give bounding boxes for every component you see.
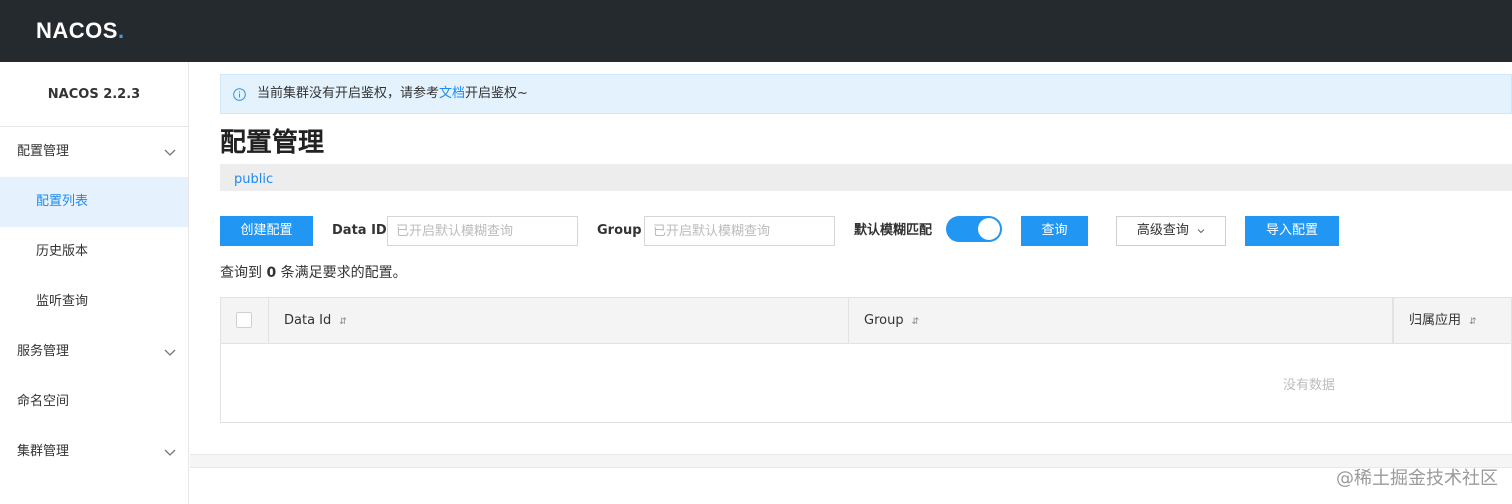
toggle-knob <box>978 218 1000 240</box>
info-icon <box>233 88 246 101</box>
data-id-input[interactable] <box>387 216 578 246</box>
advanced-query-dropdown[interactable]: 高级查询 <box>1116 216 1226 246</box>
main-content: 当前集群没有开启鉴权，请参考文档开启鉴权~ 配置管理 public 创建配置 D… <box>190 62 1512 504</box>
sidebar-item-listener-query[interactable]: 监听查询 <box>0 277 188 327</box>
sidebar-group-service-management[interactable]: 服务管理 <box>0 327 188 377</box>
sidebar: NACOS 2.2.3 配置管理 配置列表 历史版本 监听查询 服务管理 命名空… <box>0 62 189 504</box>
fuzzy-match-label: 默认模糊匹配 <box>854 223 933 238</box>
sort-icon[interactable]: ⇵ <box>1469 317 1477 327</box>
empty-state-text: 没有数据 <box>1283 378 1336 393</box>
result-summary: 查询到 0 条满足要求的配置。 <box>220 262 407 282</box>
version-label: NACOS 2.2.3 <box>0 62 188 127</box>
auth-notice: 当前集群没有开启鉴权，请参考文档开启鉴权~ <box>220 74 1512 114</box>
chevron-down-icon <box>1197 228 1205 233</box>
group-input[interactable] <box>644 216 835 246</box>
select-all-cell <box>221 298 269 344</box>
sidebar-item-history[interactable]: 历史版本 <box>0 227 188 277</box>
chevron-down-icon <box>164 349 176 356</box>
docs-link[interactable]: 文档 <box>439 86 465 101</box>
sidebar-item-config-list[interactable]: 配置列表 <box>0 177 188 227</box>
column-label: Data Id <box>284 313 332 328</box>
sidebar-group-label: 集群管理 <box>17 444 70 459</box>
logo-text: NACOS <box>36 18 118 43</box>
chevron-down-icon <box>164 449 176 456</box>
result-count: 0 <box>266 265 277 281</box>
logo-dot: . <box>117 18 125 43</box>
sidebar-item-label: 配置列表 <box>36 194 89 209</box>
sidebar-item-label: 监听查询 <box>36 294 89 309</box>
group-label: Group <box>597 223 642 238</box>
column-label: Group <box>864 313 904 328</box>
notice-text-suffix: 开启鉴权~ <box>465 86 528 101</box>
column-header-group[interactable]: Group ⇵ <box>849 298 1393 344</box>
pagination-divider <box>190 454 1512 468</box>
create-config-button[interactable]: 创建配置 <box>220 216 313 246</box>
namespace-tab-public[interactable]: public <box>234 172 273 187</box>
namespace-bar: public <box>220 164 1512 191</box>
sidebar-group-label: 服务管理 <box>17 344 70 359</box>
sidebar-item-namespace[interactable]: 命名空间 <box>0 377 188 427</box>
fuzzy-match-toggle[interactable] <box>946 216 1002 242</box>
sidebar-group-cluster-management[interactable]: 集群管理 <box>0 427 188 477</box>
column-label: 归属应用 <box>1409 313 1462 328</box>
column-header-app[interactable]: 归属应用 ⇵ <box>1393 298 1512 344</box>
config-table: Data Id ⇵ Group ⇵ 归属应用 ⇵ 没有数据 <box>220 297 1512 423</box>
sidebar-group-label: 命名空间 <box>17 394 70 409</box>
watermark: @稀土掘金技术社区 <box>1336 468 1498 489</box>
sidebar-group-config-management[interactable]: 配置管理 <box>0 127 188 177</box>
query-button[interactable]: 查询 <box>1021 216 1088 246</box>
select-all-checkbox[interactable] <box>236 312 252 328</box>
advanced-query-label: 高级查询 <box>1136 223 1189 238</box>
top-navbar: NACOS. <box>0 0 1512 62</box>
table-header: Data Id ⇵ Group ⇵ 归属应用 ⇵ <box>221 298 1511 344</box>
import-config-button[interactable]: 导入配置 <box>1245 216 1339 246</box>
page-title: 配置管理 <box>220 128 325 158</box>
notice-text: 当前集群没有开启鉴权，请参考 <box>257 86 440 101</box>
result-suffix: 条满足要求的配置。 <box>280 265 407 281</box>
sort-icon[interactable]: ⇵ <box>339 317 347 327</box>
data-id-label: Data ID <box>332 223 387 238</box>
sort-icon[interactable]: ⇵ <box>912 317 920 327</box>
chevron-down-icon <box>164 149 176 156</box>
sidebar-item-label: 历史版本 <box>36 244 89 259</box>
result-prefix: 查询到 <box>220 265 262 281</box>
sidebar-group-label: 配置管理 <box>17 144 70 159</box>
column-header-data-id[interactable]: Data Id ⇵ <box>269 298 849 344</box>
nacos-logo[interactable]: NACOS. <box>36 18 125 44</box>
